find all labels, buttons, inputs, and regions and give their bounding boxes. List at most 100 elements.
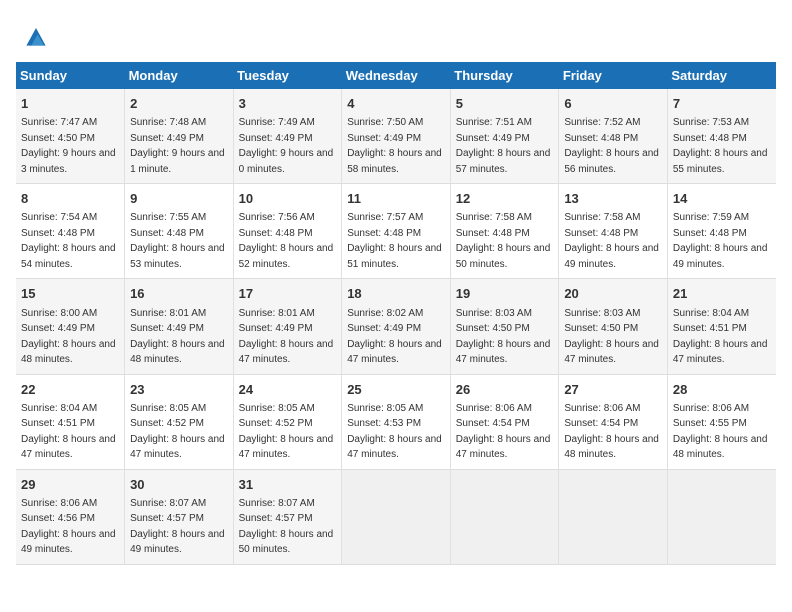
day-number: 11	[347, 190, 445, 208]
calendar-cell: 2Sunrise: 7:48 AMSunset: 4:49 PMDaylight…	[125, 89, 234, 184]
calendar-cell: 16 Sunrise: 8:01 AMSunset: 4:49 PMDayligh…	[125, 279, 234, 374]
cell-info: Sunrise: 8:02 AMSunset: 4:49 PMDaylight:…	[347, 308, 442, 366]
weekday-header-row: SundayMondayTuesdayWednesdayThursdayFrid…	[16, 62, 776, 89]
day-number: 29	[21, 476, 119, 494]
calendar-cell: 17 Sunrise: 8:01 AMSunset: 4:49 PMDayligh…	[233, 279, 342, 374]
cell-info: Sunrise: 8:05 AMSunset: 4:52 PMDaylight:…	[130, 403, 225, 461]
cell-info: Sunrise: 7:47 AMSunset: 4:50 PMDaylight:…	[21, 117, 116, 175]
calendar-cell: 13 Sunrise: 7:58 AMSunset: 4:48 PMDayligh…	[559, 184, 668, 279]
day-number: 12	[456, 190, 554, 208]
cell-info: Sunrise: 7:55 AMSunset: 4:48 PMDaylight:…	[130, 212, 225, 270]
cell-info: Sunrise: 8:01 AMSunset: 4:49 PMDaylight:…	[130, 308, 225, 366]
calendar-cell: 7 Sunrise: 7:53 AMSunset: 4:48 PMDaylight…	[667, 89, 776, 184]
calendar-cell: 31 Sunrise: 8:07 AMSunset: 4:57 PMDayligh…	[233, 469, 342, 564]
calendar-cell: 30Sunrise: 8:07 AMSunset: 4:57 PMDayligh…	[125, 469, 234, 564]
logo	[16, 20, 52, 52]
calendar-cell: 21 Sunrise: 8:04 AMSunset: 4:51 PMDayligh…	[667, 279, 776, 374]
weekday-header-thursday: Thursday	[450, 62, 559, 89]
calendar-cell: 29 Sunrise: 8:06 AMSunset: 4:56 PMDayligh…	[16, 469, 125, 564]
day-number: 2	[130, 95, 228, 113]
day-number: 7	[673, 95, 771, 113]
cell-info: Sunrise: 7:56 AMSunset: 4:48 PMDaylight:…	[239, 212, 334, 270]
calendar-cell: 9 Sunrise: 7:55 AMSunset: 4:48 PMDaylight…	[125, 184, 234, 279]
calendar-cell: 8 Sunrise: 7:54 AMSunset: 4:48 PMDaylight…	[16, 184, 125, 279]
weekday-header-monday: Monday	[125, 62, 234, 89]
day-number: 8	[21, 190, 119, 208]
cell-info: Sunrise: 7:51 AMSunset: 4:49 PMDaylight:…	[456, 117, 551, 175]
cell-info: Sunrise: 8:06 AMSunset: 4:55 PMDaylight:…	[673, 403, 768, 461]
calendar-cell: 6 Sunrise: 7:52 AMSunset: 4:48 PMDaylight…	[559, 89, 668, 184]
calendar-week-5: 29 Sunrise: 8:06 AMSunset: 4:56 PMDayligh…	[16, 469, 776, 564]
calendar-cell: 26Sunrise: 8:06 AMSunset: 4:54 PMDayligh…	[450, 374, 559, 469]
calendar-cell: 27Sunrise: 8:06 AMSunset: 4:54 PMDayligh…	[559, 374, 668, 469]
cell-info: Sunrise: 8:06 AMSunset: 4:56 PMDaylight:…	[21, 498, 116, 556]
cell-info: Sunrise: 7:52 AMSunset: 4:48 PMDaylight:…	[564, 117, 659, 175]
day-number: 5	[456, 95, 554, 113]
calendar-body: 1 Sunrise: 7:47 AMSunset: 4:50 PMDaylight…	[16, 89, 776, 564]
cell-info: Sunrise: 8:07 AMSunset: 4:57 PMDaylight:…	[239, 498, 334, 556]
day-number: 20	[564, 285, 662, 303]
cell-info: Sunrise: 7:57 AMSunset: 4:48 PMDaylight:…	[347, 212, 442, 270]
cell-info: Sunrise: 7:58 AMSunset: 4:48 PMDaylight:…	[564, 212, 659, 270]
day-number: 17	[239, 285, 337, 303]
calendar-cell: 1 Sunrise: 7:47 AMSunset: 4:50 PMDaylight…	[16, 89, 125, 184]
cell-info: Sunrise: 8:05 AMSunset: 4:52 PMDaylight:…	[239, 403, 334, 461]
day-number: 19	[456, 285, 554, 303]
cell-info: Sunrise: 8:05 AMSunset: 4:53 PMDaylight:…	[347, 403, 442, 461]
calendar-cell: 4Sunrise: 7:50 AMSunset: 4:49 PMDaylight…	[342, 89, 451, 184]
cell-info: Sunrise: 8:00 AMSunset: 4:49 PMDaylight:…	[21, 308, 116, 366]
cell-info: Sunrise: 8:04 AMSunset: 4:51 PMDaylight:…	[673, 308, 768, 366]
cell-info: Sunrise: 8:01 AMSunset: 4:49 PMDaylight:…	[239, 308, 334, 366]
weekday-header-tuesday: Tuesday	[233, 62, 342, 89]
weekday-header-sunday: Sunday	[16, 62, 125, 89]
day-number: 21	[673, 285, 771, 303]
day-number: 26	[456, 381, 554, 399]
calendar-week-4: 22Sunrise: 8:04 AMSunset: 4:51 PMDayligh…	[16, 374, 776, 469]
calendar-cell: 5 Sunrise: 7:51 AMSunset: 4:49 PMDaylight…	[450, 89, 559, 184]
cell-info: Sunrise: 8:03 AMSunset: 4:50 PMDaylight:…	[456, 308, 551, 366]
day-number: 30	[130, 476, 228, 494]
calendar-cell: 28 Sunrise: 8:06 AMSunset: 4:55 PMDayligh…	[667, 374, 776, 469]
calendar-cell: 10 Sunrise: 7:56 AMSunset: 4:48 PMDayligh…	[233, 184, 342, 279]
calendar-cell	[667, 469, 776, 564]
cell-info: Sunrise: 7:58 AMSunset: 4:48 PMDaylight:…	[456, 212, 551, 270]
day-number: 31	[239, 476, 337, 494]
cell-info: Sunrise: 8:06 AMSunset: 4:54 PMDaylight:…	[564, 403, 659, 461]
calendar-week-3: 15 Sunrise: 8:00 AMSunset: 4:49 PMDayligh…	[16, 279, 776, 374]
day-number: 13	[564, 190, 662, 208]
calendar-cell	[559, 469, 668, 564]
calendar-week-1: 1 Sunrise: 7:47 AMSunset: 4:50 PMDaylight…	[16, 89, 776, 184]
calendar-cell: 15 Sunrise: 8:00 AMSunset: 4:49 PMDayligh…	[16, 279, 125, 374]
cell-info: Sunrise: 7:50 AMSunset: 4:49 PMDaylight:…	[347, 117, 442, 175]
cell-info: Sunrise: 7:53 AMSunset: 4:48 PMDaylight:…	[673, 117, 768, 175]
day-number: 25	[347, 381, 445, 399]
calendar-header: SundayMondayTuesdayWednesdayThursdayFrid…	[16, 62, 776, 89]
day-number: 18	[347, 285, 445, 303]
day-number: 24	[239, 381, 337, 399]
calendar-cell: 14 Sunrise: 7:59 AMSunset: 4:48 PMDayligh…	[667, 184, 776, 279]
day-number: 3	[239, 95, 337, 113]
day-number: 15	[21, 285, 119, 303]
day-number: 14	[673, 190, 771, 208]
calendar-cell: 24 Sunrise: 8:05 AMSunset: 4:52 PMDayligh…	[233, 374, 342, 469]
day-number: 10	[239, 190, 337, 208]
day-number: 9	[130, 190, 228, 208]
day-number: 16	[130, 285, 228, 303]
day-number: 1	[21, 95, 119, 113]
calendar-cell: 19 Sunrise: 8:03 AMSunset: 4:50 PMDayligh…	[450, 279, 559, 374]
cell-info: Sunrise: 7:49 AMSunset: 4:49 PMDaylight:…	[239, 117, 334, 175]
day-number: 28	[673, 381, 771, 399]
calendar-cell: 12 Sunrise: 7:58 AMSunset: 4:48 PMDayligh…	[450, 184, 559, 279]
logo-icon	[20, 20, 52, 52]
calendar-cell: 18 Sunrise: 8:02 AMSunset: 4:49 PMDayligh…	[342, 279, 451, 374]
cell-info: Sunrise: 7:54 AMSunset: 4:48 PMDaylight:…	[21, 212, 116, 270]
day-number: 23	[130, 381, 228, 399]
weekday-header-saturday: Saturday	[667, 62, 776, 89]
calendar-cell: 23 Sunrise: 8:05 AMSunset: 4:52 PMDayligh…	[125, 374, 234, 469]
cell-info: Sunrise: 8:03 AMSunset: 4:50 PMDaylight:…	[564, 308, 659, 366]
calendar-cell: 20 Sunrise: 8:03 AMSunset: 4:50 PMDayligh…	[559, 279, 668, 374]
day-number: 6	[564, 95, 662, 113]
page-header	[16, 16, 776, 52]
cell-info: Sunrise: 7:59 AMSunset: 4:48 PMDaylight:…	[673, 212, 768, 270]
calendar-table: SundayMondayTuesdayWednesdayThursdayFrid…	[16, 62, 776, 565]
